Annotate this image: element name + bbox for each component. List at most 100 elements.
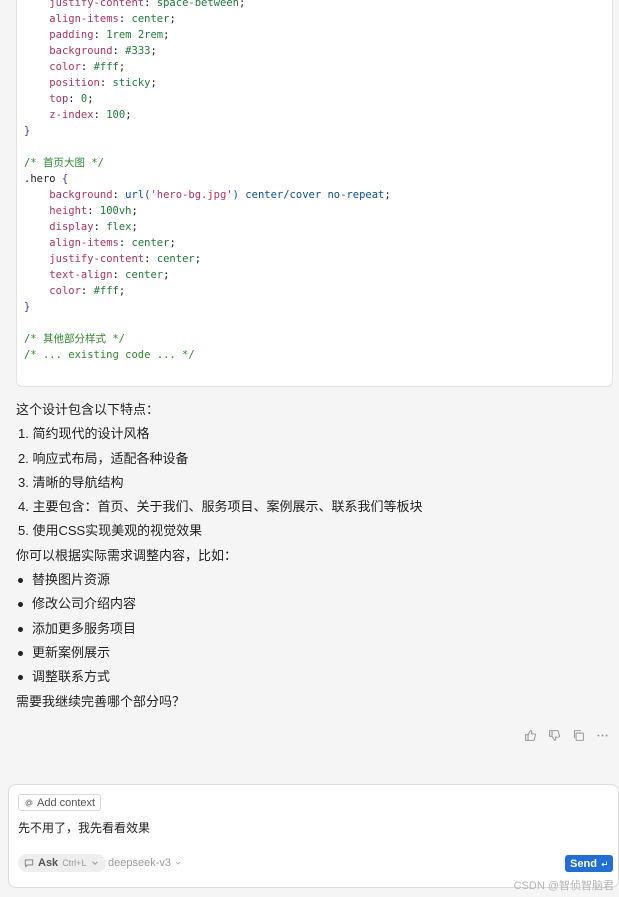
answer-closing: 需要我继续完善哪个部分吗？	[16, 693, 186, 709]
code-token: ;	[150, 77, 157, 89]
code-token: z-index	[49, 109, 94, 121]
code-token: ;	[118, 285, 126, 297]
code-token: background	[49, 189, 113, 201]
code-token: text-align	[49, 269, 113, 281]
code-token: :	[87, 205, 100, 217]
code-line: align-items: center;	[24, 235, 391, 251]
code-token: }	[24, 125, 31, 137]
code-block: justify-content: space-between; align-it…	[16, 0, 613, 387]
code-token: ;	[131, 205, 138, 217]
adjustment-item: 替换图片资源	[16, 568, 606, 592]
code-token: {	[55, 173, 69, 185]
code-token: #fff	[93, 61, 119, 73]
code-token: align-items	[49, 13, 119, 25]
thumbs-up-icon[interactable]	[523, 728, 537, 742]
code-token: ;	[87, 93, 94, 105]
code-token: :	[112, 269, 126, 281]
code-token: :	[93, 109, 107, 121]
code-token: :	[93, 221, 107, 233]
code-token: display	[49, 221, 94, 233]
code-token: .hero	[24, 173, 56, 185]
code-token: ;	[169, 13, 176, 25]
code-token: 'hero-bg.jpg'	[150, 189, 233, 201]
send-button[interactable]: Send	[565, 855, 613, 872]
feature-item: 3. 清晰的导航结构	[18, 474, 124, 490]
more-icon[interactable]	[595, 728, 609, 742]
code-token: center	[131, 237, 170, 249]
code-line: position: sticky;	[24, 75, 391, 91]
add-context-button[interactable]: Add context	[18, 794, 102, 811]
code-token: height	[49, 205, 88, 217]
code-line: height: 100vh;	[24, 203, 391, 219]
code-line: display: flex;	[24, 219, 391, 235]
code-token: flex	[106, 221, 132, 233]
code-token: 1rem 2rem	[106, 29, 164, 41]
code-line: align-items: center;	[24, 11, 391, 27]
code-token: ;	[118, 61, 126, 73]
mode-label: Ask	[38, 857, 59, 869]
feature-item: 4. 主要包含：首页、关于我们、服务项目、案例展示、联系我们等板块	[18, 499, 423, 515]
code-token: center	[125, 269, 164, 281]
code-token: sticky	[112, 77, 151, 89]
code-token: /* 首页大图 */	[24, 157, 104, 169]
mode-shortcut: Ctrl+L	[62, 858, 87, 868]
code-token: ;	[384, 189, 391, 201]
code-lines: justify-content: space-between; align-it…	[24, 0, 391, 363]
feature-item: 2. 响应式布局，适配各种设备	[18, 450, 189, 466]
feature-item: 1. 简约现代的设计风格	[18, 426, 150, 442]
enter-key-icon	[601, 861, 607, 866]
code-token: :	[93, 29, 107, 41]
code-token: :	[144, 253, 157, 265]
code-token: url(	[125, 189, 151, 201]
code-line: /* 首页大图 */	[24, 155, 391, 171]
code-line: background: #333;	[24, 43, 391, 59]
code-token: justify-content	[49, 0, 145, 9]
model-label: deepseek-v3	[108, 857, 171, 869]
adjustment-item: 更新案例展示	[16, 641, 606, 665]
code-token: 100vh	[99, 205, 132, 217]
add-context-label: Add context	[37, 796, 96, 809]
code-token: center	[131, 13, 170, 25]
code-token: #fff	[93, 285, 119, 297]
code-token: center	[156, 253, 195, 265]
code-token: 100	[106, 109, 126, 121]
chat-bubble-icon	[24, 859, 34, 868]
mode-selector[interactable]: Ask Ctrl+L	[18, 854, 107, 872]
code-token: justify-content	[49, 253, 145, 265]
adjust-intro: 你可以根据实际需求调整内容，比如：	[16, 547, 238, 563]
copy-icon[interactable]	[571, 728, 585, 742]
code-token: :	[112, 45, 126, 57]
chevron-down-icon	[175, 861, 181, 865]
code-token: ;	[150, 45, 157, 57]
code-line: padding: 1rem 2rem;	[24, 27, 391, 43]
code-token: :	[118, 237, 132, 249]
code-token: }	[24, 301, 31, 313]
code-line: text-align: center;	[24, 267, 391, 283]
code-token: /* ... existing code ... */	[24, 349, 195, 361]
code-token: /* 其他部分样式 */	[24, 333, 125, 345]
code-token: position	[49, 77, 100, 89]
code-token: :	[80, 285, 94, 297]
model-selector[interactable]: deepseek-v3	[108, 857, 182, 869]
chat-input[interactable]: 先不用了，我先看看效果	[18, 819, 150, 836]
at-sign-icon	[25, 798, 33, 807]
code-line: justify-content: space-between;	[24, 0, 391, 11]
code-line: background: url('hero-bg.jpg') center/co…	[24, 187, 391, 203]
code-line: z-index: 100;	[24, 107, 391, 123]
answer-intro: 这个设计包含以下特点：	[16, 402, 160, 417]
code-token: ;	[238, 0, 246, 9]
code-token: :	[112, 189, 126, 201]
code-token: ;	[131, 221, 138, 233]
chat-composer: Add context 先不用了，我先看看效果 Ask Ctrl+L deeps…	[8, 784, 619, 888]
code-token: color	[49, 285, 81, 297]
chevron-down-icon	[92, 861, 99, 865]
thumbs-down-icon[interactable]	[547, 728, 561, 742]
